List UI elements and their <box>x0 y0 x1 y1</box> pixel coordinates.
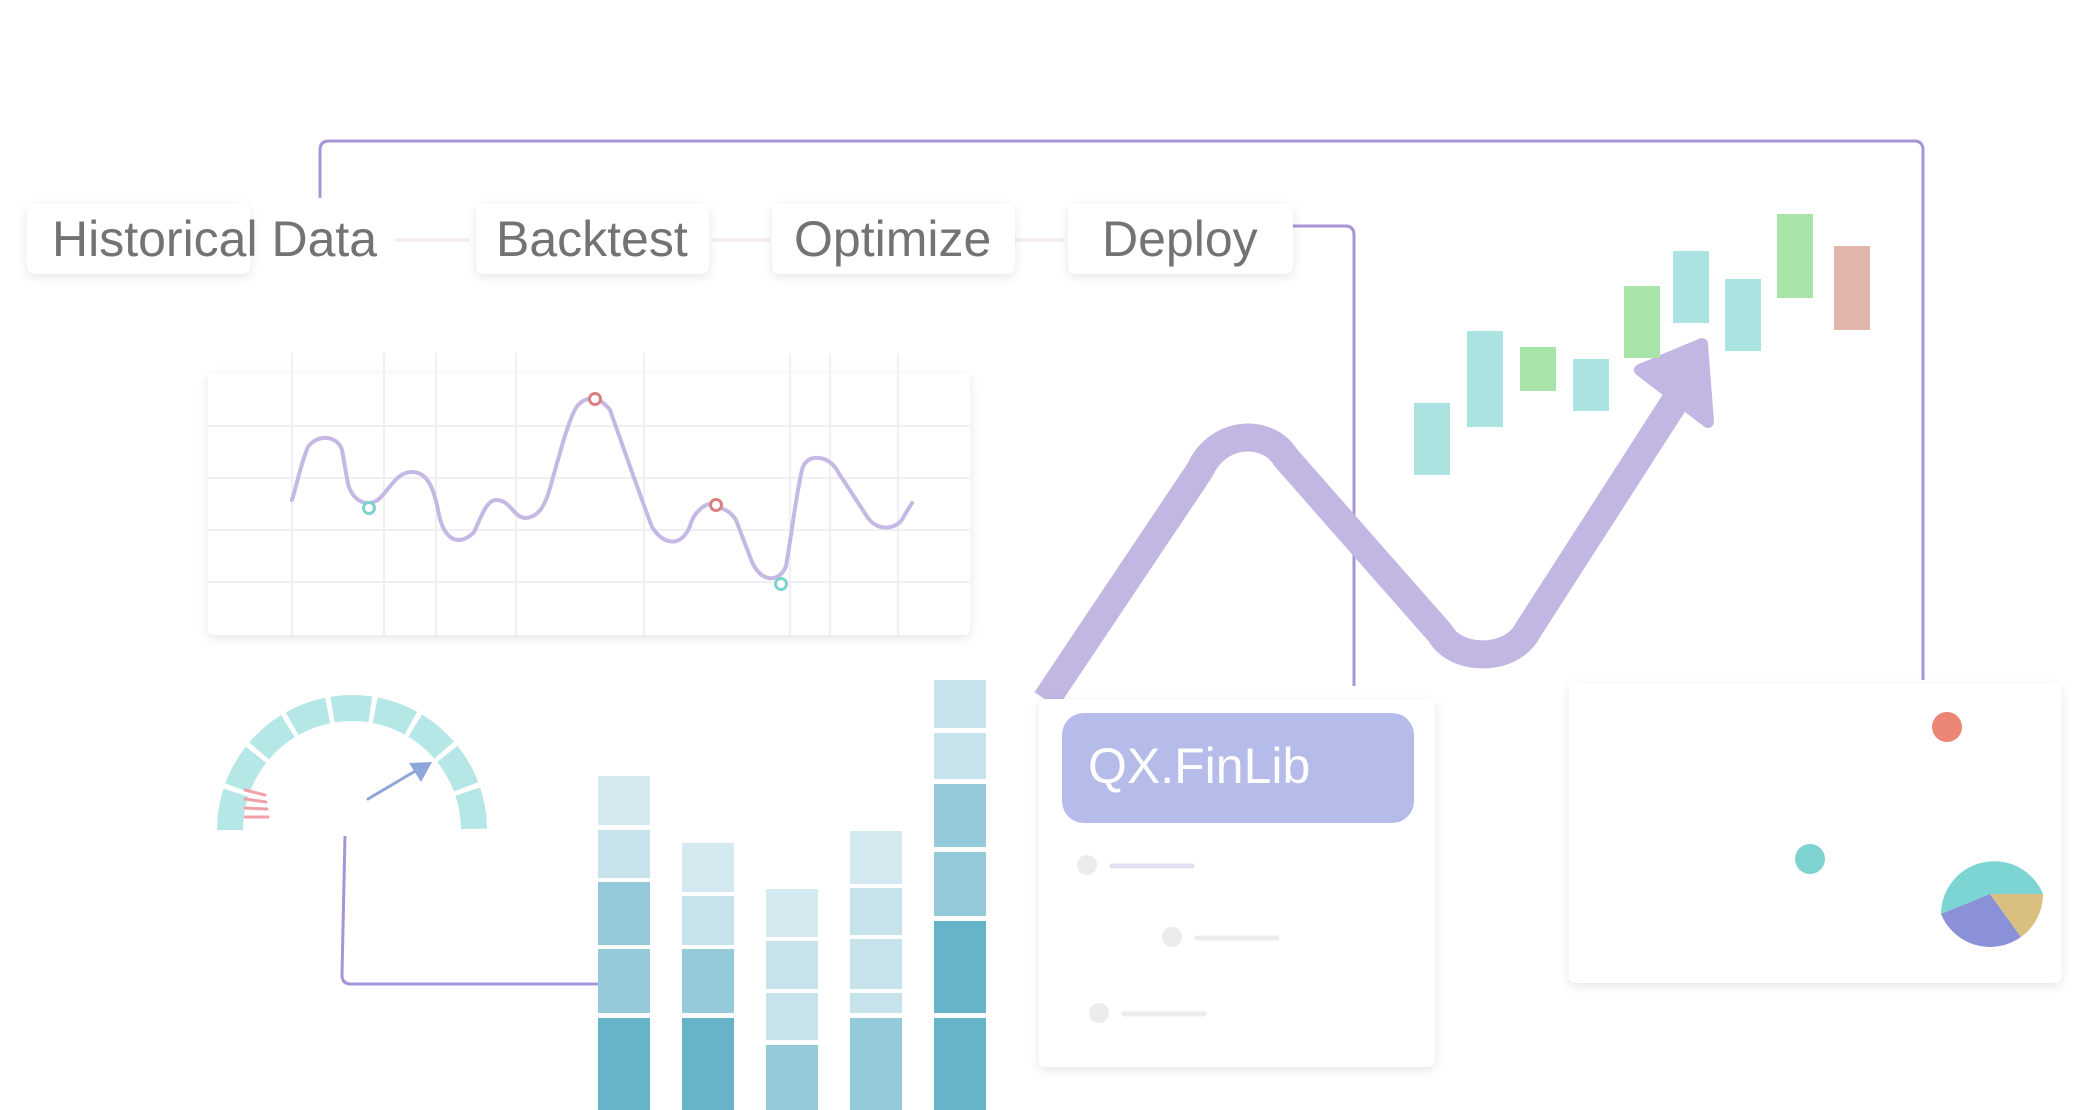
step-label: Backtest <box>496 211 688 267</box>
bar-segment <box>934 921 986 1013</box>
bar-segment <box>598 776 650 825</box>
step-deploy: Deploy <box>1068 204 1293 274</box>
bar-segment <box>598 1018 650 1110</box>
bar-segment <box>934 733 986 779</box>
bar-segment <box>850 993 902 1013</box>
bar-segment <box>934 680 986 728</box>
bar-segment <box>934 784 986 847</box>
bar-segment <box>598 882 650 945</box>
bar-segment <box>766 1045 818 1110</box>
bar-segment <box>934 1018 986 1110</box>
bar-segment <box>682 896 734 945</box>
bar-segment <box>598 830 650 878</box>
step-label: Deploy <box>1102 211 1258 267</box>
bar-segment <box>766 993 818 1040</box>
gauge-icon <box>217 695 487 831</box>
bar-segment <box>682 949 734 1013</box>
bar-segment <box>598 949 650 1013</box>
bar-segment <box>682 1018 734 1110</box>
library-name: QX.FinLib <box>1088 738 1310 794</box>
workflow-illustration: Historical Data Backtest Optimize Deploy <box>0 0 2085 1110</box>
scatter-pie-card <box>1569 683 2061 983</box>
stacked-bars-icon <box>598 680 986 1110</box>
bar-segment <box>850 831 902 884</box>
scatter-dot <box>1795 844 1825 874</box>
bar-segment <box>850 888 902 935</box>
bar-segment <box>682 843 734 892</box>
step-label: Historical Data <box>52 211 377 267</box>
bar-segment <box>850 939 902 989</box>
library-card: QX.FinLib <box>1039 699 1435 1067</box>
step-historical-data: Historical Data <box>27 204 377 274</box>
scatter-dot <box>1932 712 1962 742</box>
bar-segment <box>850 1018 902 1110</box>
bar-segment <box>766 941 818 989</box>
gauge-to-bars-connector <box>340 835 598 986</box>
step-optimize: Optimize <box>772 204 1015 274</box>
step-label: Optimize <box>794 211 991 267</box>
bar-segment <box>766 889 818 937</box>
step-backtest: Backtest <box>476 204 709 274</box>
bar-segment <box>934 852 986 916</box>
line-chart-icon <box>208 353 970 635</box>
